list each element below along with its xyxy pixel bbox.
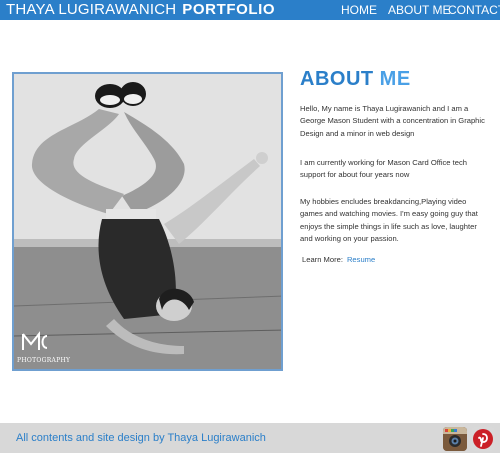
nav-home-link[interactable]: HOME xyxy=(341,0,377,20)
bio-paragraph-work: I am currently working for Mason Card Of… xyxy=(300,158,467,180)
bio-paragraph-intro: Hello, My name is Thaya Lugirawanich and… xyxy=(300,104,485,138)
resume-link[interactable]: Resume xyxy=(347,255,375,264)
site-brand[interactable]: THAYA LUGIRAWANICH PORTFOLIO xyxy=(6,0,275,20)
footer: All contents and site design by Thaya Lu… xyxy=(0,423,500,453)
instagram-icon[interactable] xyxy=(443,427,467,451)
footer-credit: All contents and site design by Thaya Lu… xyxy=(16,432,266,444)
breakdancer-illustration xyxy=(14,74,281,369)
brand-portfolio: PORTFOLIO xyxy=(182,1,276,18)
learn-more-row: Learn More: Resume xyxy=(302,255,375,264)
about-word: ABOUT xyxy=(300,68,374,90)
bio-paragraph-hobbies: My hobbies encludes breakdancing,Playing… xyxy=(300,197,478,244)
about-me-heading: ABOUT ME xyxy=(300,68,411,91)
brand-name: THAYA LUGIRAWANICH xyxy=(6,1,177,18)
me-word: ME xyxy=(379,68,411,90)
photo-logo-caption: PHOTOGRAPHY xyxy=(17,357,71,364)
profile-photo: PHOTOGRAPHY xyxy=(12,72,283,371)
top-navigation-bar: THAYA LUGIRAWANICH PORTFOLIO HOME ABOUT M… xyxy=(0,0,500,20)
pinterest-icon[interactable] xyxy=(471,427,495,451)
nav-contact-link[interactable]: CONTACT xyxy=(448,0,500,20)
learn-more-label: Learn More: xyxy=(302,255,343,264)
nav-about-link[interactable]: ABOUT ME xyxy=(388,0,450,20)
